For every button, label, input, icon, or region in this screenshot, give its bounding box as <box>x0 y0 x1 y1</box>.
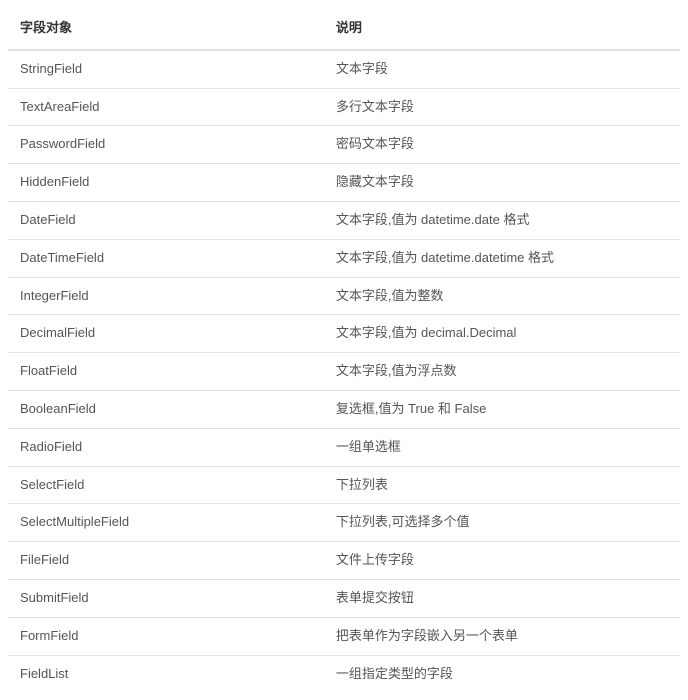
cell-field: RadioField <box>8 428 324 466</box>
cell-field: DateTimeField <box>8 239 324 277</box>
table-row: SubmitField表单提交按钮 <box>8 579 680 617</box>
cell-description: 文本字段,值为 decimal.Decimal <box>324 315 680 353</box>
cell-field: TextAreaField <box>8 88 324 126</box>
cell-field: BooleanField <box>8 390 324 428</box>
table-row: DecimalField文本字段,值为 decimal.Decimal <box>8 315 680 353</box>
cell-description: 文本字段,值为 datetime.datetime 格式 <box>324 239 680 277</box>
cell-field: FloatField <box>8 353 324 391</box>
table-row: TextAreaField多行文本字段 <box>8 88 680 126</box>
cell-description: 下拉列表 <box>324 466 680 504</box>
cell-description: 下拉列表,可选择多个值 <box>324 504 680 542</box>
table-body: StringField文本字段TextAreaField多行文本字段Passwo… <box>8 50 680 693</box>
table-row: FloatField文本字段,值为浮点数 <box>8 353 680 391</box>
cell-field: FileField <box>8 542 324 580</box>
cell-field: SelectMultipleField <box>8 504 324 542</box>
table-row: FormField把表单作为字段嵌入另一个表单 <box>8 617 680 655</box>
cell-field: DecimalField <box>8 315 324 353</box>
table-row: PasswordField密码文本字段 <box>8 126 680 164</box>
table-row: DateField文本字段,值为 datetime.date 格式 <box>8 201 680 239</box>
cell-field: HiddenField <box>8 164 324 202</box>
cell-description: 密码文本字段 <box>324 126 680 164</box>
table-row: HiddenField隐藏文本字段 <box>8 164 680 202</box>
cell-field: FormField <box>8 617 324 655</box>
cell-field: FieldList <box>8 655 324 692</box>
header-description: 说明 <box>324 8 680 50</box>
field-object-table: 字段对象 说明 StringField文本字段TextAreaField多行文本… <box>8 8 680 692</box>
cell-description: 一组指定类型的字段 <box>324 655 680 692</box>
cell-field: SelectField <box>8 466 324 504</box>
table-row: StringField文本字段 <box>8 50 680 88</box>
cell-field: IntegerField <box>8 277 324 315</box>
cell-field: PasswordField <box>8 126 324 164</box>
table-row: FieldList一组指定类型的字段 <box>8 655 680 692</box>
cell-description: 文件上传字段 <box>324 542 680 580</box>
header-field: 字段对象 <box>8 8 324 50</box>
table-row: BooleanField复选框,值为 True 和 False <box>8 390 680 428</box>
cell-description: 复选框,值为 True 和 False <box>324 390 680 428</box>
table-row: SelectField下拉列表 <box>8 466 680 504</box>
cell-description: 多行文本字段 <box>324 88 680 126</box>
cell-description: 表单提交按钮 <box>324 579 680 617</box>
cell-description: 文本字段,值为浮点数 <box>324 353 680 391</box>
cell-description: 一组单选框 <box>324 428 680 466</box>
table-row: FileField文件上传字段 <box>8 542 680 580</box>
table-row: IntegerField文本字段,值为整数 <box>8 277 680 315</box>
cell-field: StringField <box>8 50 324 88</box>
cell-field: SubmitField <box>8 579 324 617</box>
cell-description: 把表单作为字段嵌入另一个表单 <box>324 617 680 655</box>
cell-description: 文本字段,值为 datetime.date 格式 <box>324 201 680 239</box>
table-row: DateTimeField文本字段,值为 datetime.datetime 格… <box>8 239 680 277</box>
cell-description: 隐藏文本字段 <box>324 164 680 202</box>
cell-description: 文本字段 <box>324 50 680 88</box>
table-row: RadioField一组单选框 <box>8 428 680 466</box>
cell-description: 文本字段,值为整数 <box>324 277 680 315</box>
cell-field: DateField <box>8 201 324 239</box>
table-row: SelectMultipleField下拉列表,可选择多个值 <box>8 504 680 542</box>
table-header-row: 字段对象 说明 <box>8 8 680 50</box>
